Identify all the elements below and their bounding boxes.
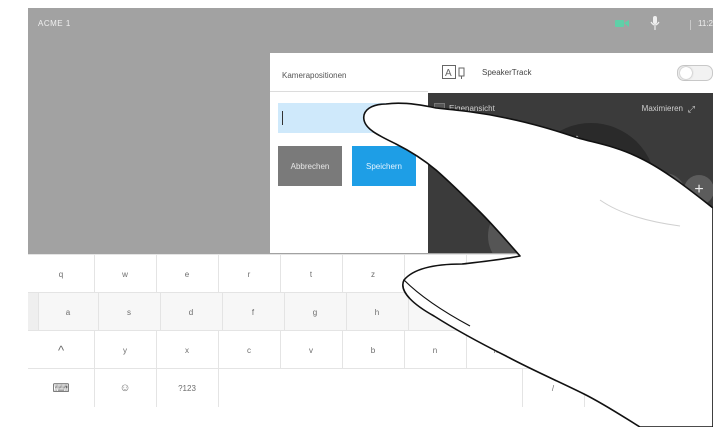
key-q[interactable]: q bbox=[28, 255, 95, 293]
selfview-label: Eigenansicht bbox=[449, 104, 495, 113]
key-v[interactable]: v bbox=[280, 331, 343, 369]
numbers-key[interactable]: ?123 bbox=[156, 369, 219, 407]
status-bar: ACME 1 11:2 bbox=[28, 8, 713, 38]
key-f[interactable]: f bbox=[222, 293, 285, 331]
enter-key[interactable]: enter bbox=[584, 369, 713, 407]
key-oe[interactable]: ö bbox=[594, 293, 655, 331]
keyboard-hide-icon[interactable]: ⌨ bbox=[28, 369, 95, 407]
key-w[interactable]: w bbox=[94, 255, 157, 293]
camera-control-panel: A SpeakerTrack ⌃ Eigenansicht Maximieren… bbox=[428, 53, 713, 253]
camera-positions-panel: Kamerapositionen Abbrechen Speichern bbox=[270, 53, 428, 253]
shift-key[interactable]: ^ bbox=[28, 331, 95, 369]
key-i[interactable]: i bbox=[466, 255, 529, 293]
panel-divider bbox=[270, 91, 428, 92]
key-h[interactable]: h bbox=[346, 293, 409, 331]
key-t[interactable]: t bbox=[280, 255, 343, 293]
touch-panel-screen: ACME 1 11:2 Kamerapositionen Abbrechen S… bbox=[28, 8, 713, 427]
toggle-knob bbox=[680, 67, 692, 79]
key-s[interactable]: s bbox=[98, 293, 161, 331]
maximize-icon[interactable]: ⤢ bbox=[688, 104, 695, 115]
key-z[interactable]: z bbox=[342, 255, 405, 293]
key-b[interactable]: b bbox=[342, 331, 405, 369]
keyboard-row-1: q w e r t z u i o p ü bbox=[28, 254, 713, 293]
selfview-checkbox[interactable] bbox=[434, 103, 445, 114]
status-separator bbox=[690, 20, 691, 30]
key-m[interactable]: m bbox=[466, 331, 529, 369]
key-g[interactable]: g bbox=[284, 293, 347, 331]
key-j[interactable]: j bbox=[408, 293, 471, 331]
key-o[interactable]: o bbox=[528, 255, 591, 293]
key-ae[interactable]: ä bbox=[654, 293, 713, 331]
camera-positions-title: Kamerapositionen bbox=[282, 71, 347, 80]
maximize-label[interactable]: Maximieren bbox=[642, 104, 683, 113]
key-comma[interactable]: , bbox=[528, 331, 591, 369]
space-bar[interactable] bbox=[218, 369, 523, 407]
key-x[interactable]: x bbox=[156, 331, 219, 369]
key-p[interactable]: p bbox=[590, 255, 653, 293]
zoom-in-button[interactable]: + bbox=[684, 175, 713, 205]
key-c[interactable]: c bbox=[218, 331, 281, 369]
emoji-icon[interactable]: ☺ bbox=[94, 369, 157, 407]
key-y[interactable]: y bbox=[94, 331, 157, 369]
key-a[interactable]: a bbox=[38, 293, 99, 331]
camera-preview: ⌃ Eigenansicht Maximieren ⤢ + − bbox=[428, 93, 713, 253]
keyboard-row-4: ⌨ ☺ ?123 / enter bbox=[28, 368, 713, 427]
speakertrack-label: SpeakerTrack bbox=[482, 68, 532, 77]
save-button[interactable]: Speichern bbox=[352, 146, 416, 186]
device-name: ACME 1 bbox=[38, 19, 71, 28]
text-caret bbox=[282, 111, 283, 125]
key-k[interactable]: k bbox=[470, 293, 533, 331]
key-r[interactable]: r bbox=[218, 255, 281, 293]
key-hyphen[interactable]: - bbox=[652, 331, 713, 369]
microphone-icon[interactable] bbox=[649, 16, 661, 30]
svg-text:A: A bbox=[445, 68, 452, 79]
key-n[interactable]: n bbox=[404, 331, 467, 369]
key-d[interactable]: d bbox=[160, 293, 223, 331]
key-l[interactable]: l bbox=[532, 293, 595, 331]
position-name-input[interactable] bbox=[278, 103, 412, 133]
speakertrack-icon: A bbox=[442, 65, 465, 79]
cancel-button[interactable]: Abbrechen bbox=[278, 146, 342, 186]
keyboard-row-3: ^ y x c v b n m , . - bbox=[28, 330, 713, 369]
camera-icon[interactable] bbox=[615, 19, 629, 28]
zoom-out-button[interactable]: − bbox=[684, 215, 713, 245]
clock: 11:2 bbox=[698, 19, 713, 28]
tilt-up-icon[interactable]: ⌃ bbox=[571, 133, 583, 150]
key-ue[interactable]: ü bbox=[652, 255, 713, 293]
on-screen-keyboard: q w e r t z u i o p ü a s d f g h j k l … bbox=[28, 254, 713, 427]
pan-tilt-control[interactable] bbox=[526, 123, 656, 253]
key-e[interactable]: e bbox=[156, 255, 219, 293]
keyboard-row-2: a s d f g h j k l ö ä bbox=[28, 292, 713, 331]
key-u[interactable]: u bbox=[404, 255, 467, 293]
speakertrack-toggle[interactable] bbox=[677, 65, 713, 81]
key-slash[interactable]: / bbox=[522, 369, 585, 407]
key-period[interactable]: . bbox=[590, 331, 653, 369]
